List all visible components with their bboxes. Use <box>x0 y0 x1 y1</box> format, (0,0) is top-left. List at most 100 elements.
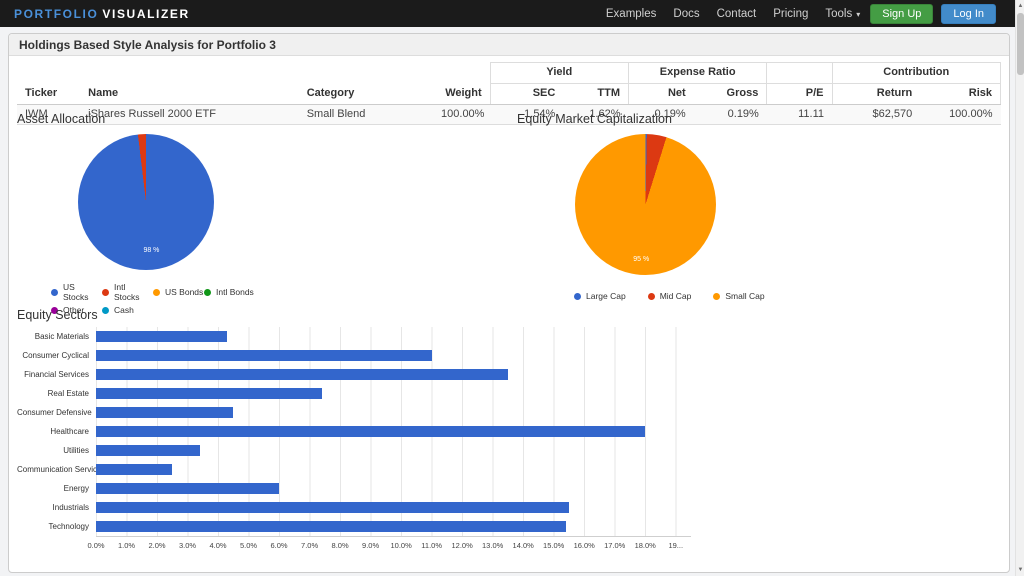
nav-dropdown-tools[interactable]: Tools ▾ <box>825 8 860 20</box>
x-axis-tick: 12.0% <box>452 541 473 550</box>
bar-industrials[interactable] <box>96 502 569 513</box>
bar-category-label: Technology <box>17 522 96 531</box>
legend-label: Mid Cap <box>660 291 692 301</box>
x-axis-tick: 14.0% <box>513 541 534 550</box>
bar-basic-materials[interactable] <box>96 331 227 342</box>
bar-category-label: Energy <box>17 484 96 493</box>
page-title: Holdings Based Style Analysis for Portfo… <box>9 34 1009 56</box>
bar-plot-area <box>96 498 691 517</box>
equity-sectors-chart: Basic Materials Consumer Cyclical Financia… <box>17 327 707 551</box>
legend-label: Small Cap <box>725 291 764 301</box>
bar-energy[interactable] <box>96 483 279 494</box>
scroll-up-icon[interactable]: ▲ <box>1016 0 1024 12</box>
group-header-spacer <box>17 63 490 84</box>
nav-link-contact[interactable]: Contact <box>717 8 757 20</box>
bar-row-real-estate: Real Estate <box>17 384 707 403</box>
bar-plot-area <box>96 479 691 498</box>
bar-row-industrials: Industrials <box>17 498 707 517</box>
bar-row-consumer-cyclical: Consumer Cyclical <box>17 346 707 365</box>
legend-label: Cash <box>114 305 134 315</box>
group-header-expense-ratio: Expense Ratio <box>629 63 767 84</box>
cell-p-e: 11.11 <box>767 104 832 125</box>
nav-links: Examples Docs Contact Pricing Tools ▾ <box>606 8 860 20</box>
x-axis-tick: 5.0% <box>240 541 257 550</box>
cell-name: iShares Russell 2000 ETF <box>80 104 299 125</box>
bar-category-label: Basic Materials <box>17 332 96 341</box>
legend-item-intl-stocks: Intl Stocks <box>102 282 153 302</box>
nav-link-examples[interactable]: Examples <box>606 8 657 20</box>
scroll-down-icon[interactable]: ▼ <box>1016 564 1024 576</box>
bar-category-label: Real Estate <box>17 389 96 398</box>
legend-item-us-bonds: US Bonds <box>153 282 204 302</box>
cell-return: $62,570 <box>832 104 920 125</box>
bar-row-communication-services: Communication Services <box>17 460 707 479</box>
asset-allocation-pie-label: 98 % <box>143 247 159 254</box>
bar-row-energy: Energy <box>17 479 707 498</box>
bar-plot-area <box>96 422 691 441</box>
bar-plot-area <box>96 365 691 384</box>
legend-swatch <box>102 289 109 296</box>
nav-link-docs[interactable]: Docs <box>673 8 699 20</box>
legend-label: Large Cap <box>586 291 626 301</box>
tools-label: Tools <box>825 8 852 20</box>
bar-category-label: Consumer Cyclical <box>17 351 96 360</box>
x-axis-tick: 15.0% <box>543 541 564 550</box>
market-cap-title: Equity Market Capitalization <box>517 112 672 126</box>
legend-label: US Stocks <box>63 282 102 302</box>
bar-row-basic-materials: Basic Materials <box>17 327 707 346</box>
bar-consumer-cyclical[interactable] <box>96 350 432 361</box>
group-header-contribution: Contribution <box>832 63 1001 84</box>
bar-category-label: Financial Services <box>17 370 96 379</box>
legend-label: Intl Bonds <box>216 287 254 297</box>
column-header-ttm: TTM <box>563 83 628 104</box>
bar-category-label: Consumer Defensive <box>17 408 96 417</box>
x-axis-tick: 7.0% <box>301 541 318 550</box>
bar-real-estate[interactable] <box>96 388 322 399</box>
bar-utilities[interactable] <box>96 445 200 456</box>
bar-plot-area <box>96 384 691 403</box>
x-axis-tick: 13.0% <box>482 541 503 550</box>
group-header-yield: Yield <box>490 63 628 84</box>
legend-swatch <box>713 293 720 300</box>
bar-row-consumer-defensive: Consumer Defensive <box>17 403 707 422</box>
legend-item-cash: Cash <box>102 305 153 315</box>
table-header-row: TickerNameCategoryWeightSECTTMNetGrossP/… <box>17 83 1001 104</box>
scrollbar-thumb[interactable] <box>1017 13 1024 75</box>
log-in-button[interactable]: Log In <box>941 4 996 24</box>
column-header-risk: Risk <box>920 83 1000 104</box>
bar-plot-area <box>96 327 691 346</box>
caret-down-icon: ▾ <box>856 10 860 19</box>
asset-allocation-pie[interactable]: 98 % <box>78 134 214 270</box>
x-axis-tick: 10.0% <box>390 541 411 550</box>
bar-category-label: Utilities <box>17 446 96 455</box>
legend-label: Intl Stocks <box>114 282 153 302</box>
x-axis-tick: 19... <box>668 541 683 550</box>
equity-sectors-title: Equity Sectors <box>17 308 98 322</box>
bar-category-label: Industrials <box>17 503 96 512</box>
bar-category-label: Healthcare <box>17 427 96 436</box>
vertical-scrollbar[interactable]: ▲ ▼ <box>1015 0 1024 576</box>
brand-logo[interactable]: PORTFOLIOVISUALIZER <box>14 7 190 21</box>
nav-link-pricing[interactable]: Pricing <box>773 8 808 20</box>
bar-healthcare[interactable] <box>96 426 645 437</box>
column-header-weight: Weight <box>433 83 490 104</box>
sign-up-button[interactable]: Sign Up <box>870 4 933 24</box>
x-axis-tick: 6.0% <box>271 541 288 550</box>
holdings-table: YieldExpense Ratio Contribution TickerNam… <box>17 62 1001 125</box>
bar-row-technology: Technology <box>17 517 707 536</box>
column-header-ticker: Ticker <box>17 83 80 104</box>
x-axis-tick: 4.0% <box>209 541 226 550</box>
bar-consumer-defensive[interactable] <box>96 407 233 418</box>
legend-swatch <box>204 289 211 296</box>
column-header-net: Net <box>629 83 694 104</box>
bar-financial-services[interactable] <box>96 369 508 380</box>
bar-communication-services[interactable] <box>96 464 172 475</box>
legend-swatch <box>648 293 655 300</box>
bar-plot-area <box>96 346 691 365</box>
market-cap-pie[interactable]: 95 % <box>575 134 716 275</box>
legend-item-mid-cap: Mid Cap <box>648 291 692 301</box>
column-header-gross: Gross <box>694 83 767 104</box>
bar-technology[interactable] <box>96 521 566 532</box>
legend-swatch <box>153 289 160 296</box>
bar-plot-area <box>96 460 691 479</box>
